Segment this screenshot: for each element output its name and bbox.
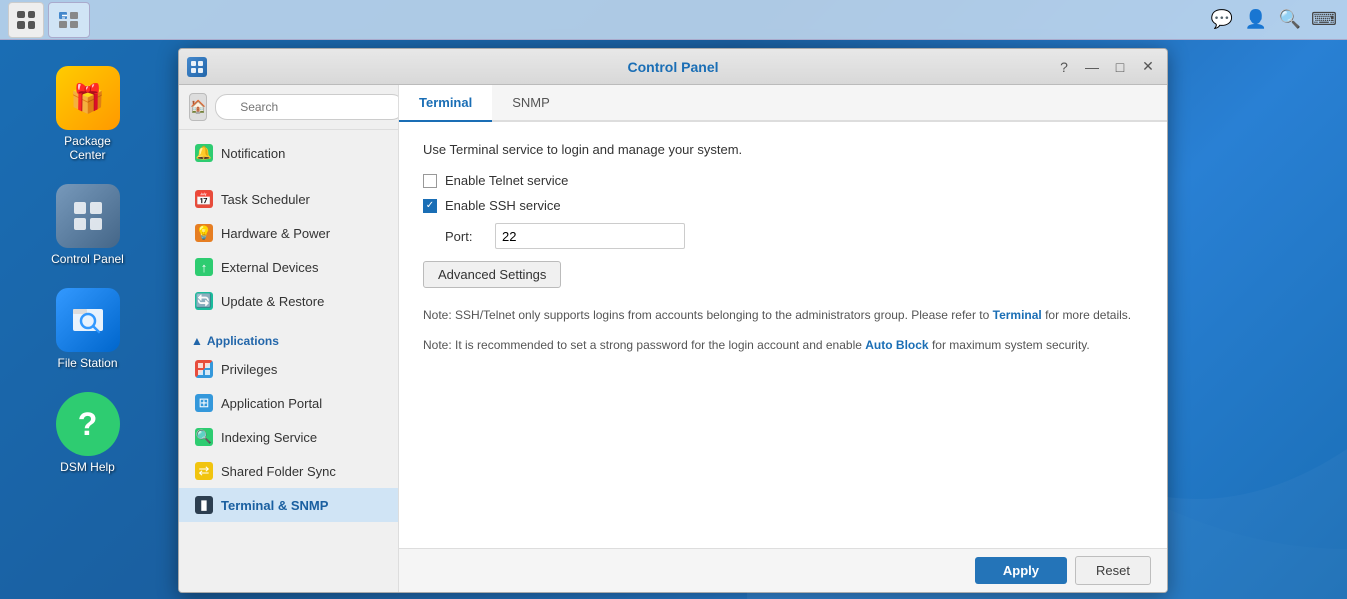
apply-button[interactable]: Apply: [975, 557, 1067, 584]
tab-terminal[interactable]: Terminal: [399, 85, 492, 122]
ssh-checkbox-label[interactable]: Enable SSH service: [423, 198, 561, 213]
description-text: Use Terminal service to login and manage…: [423, 142, 1143, 157]
port-label: Port:: [445, 229, 485, 244]
search-wrapper: 🔍: [215, 94, 399, 120]
telnet-row: Enable Telnet service: [423, 173, 1143, 188]
reset-button[interactable]: Reset: [1075, 556, 1151, 585]
sidebar-item-application-portal[interactable]: ⊞ Application Portal: [179, 386, 398, 420]
sidebar-item-update-restore-label: Update & Restore: [221, 294, 324, 309]
sidebar-item-shared-folder-sync-label: Shared Folder Sync: [221, 464, 336, 479]
dsm-help-desktop-icon[interactable]: ? DSM Help: [28, 386, 148, 480]
window-body: 🏠 🔍 🔔 Notification 📅 Task Scheduler: [179, 85, 1167, 592]
sidebar-item-notification-label: Notification: [221, 146, 285, 161]
app-grid-button[interactable]: [8, 2, 44, 38]
task-scheduler-icon: 📅: [195, 190, 213, 208]
ssh-row: Enable SSH service: [423, 198, 1143, 213]
user-icon[interactable]: 👤: [1245, 9, 1267, 31]
terminal-snmp-icon: ▮: [195, 496, 213, 514]
notification-icon: 🔔: [195, 144, 213, 162]
taskbar: 💬 👤 🔍 ⌨: [0, 0, 1347, 40]
sidebar-item-external-devices-label: External Devices: [221, 260, 319, 275]
note1-prefix: Note: SSH/Telnet only supports logins fr…: [423, 308, 993, 322]
search-input[interactable]: [215, 94, 399, 120]
chat-icon[interactable]: 💬: [1211, 9, 1233, 31]
main-content: Use Terminal service to login and manage…: [399, 122, 1167, 548]
sidebar-section-applications: ▲ Applications Privileges: [179, 324, 398, 528]
sidebar-item-hardware-power-label: Hardware & Power: [221, 226, 330, 241]
note-2: Note: It is recommended to set a strong …: [423, 336, 1143, 354]
privileges-icon: [195, 360, 213, 378]
keyboard-icon[interactable]: ⌨: [1313, 9, 1335, 31]
note2-prefix: Note: It is recommended to set a strong …: [423, 338, 865, 352]
taskbar-right: 💬 👤 🔍 ⌨: [1211, 9, 1347, 31]
sidebar-item-external-devices[interactable]: ↑ External Devices: [179, 250, 398, 284]
hardware-power-icon: 💡: [195, 224, 213, 242]
shared-folder-sync-icon: ⇄: [195, 462, 213, 480]
sidebar-item-update-restore[interactable]: 🔄 Update & Restore: [179, 284, 398, 318]
maximize-button[interactable]: □: [1109, 56, 1131, 78]
minimize-button[interactable]: —: [1081, 56, 1103, 78]
telnet-checkbox[interactable]: [423, 174, 437, 188]
sidebar-item-task-scheduler-label: Task Scheduler: [221, 192, 310, 207]
window-titlebar: Control Panel ? — □ ✕: [179, 49, 1167, 85]
sidebar-item-terminal-snmp-label: Terminal & SNMP: [221, 498, 328, 513]
port-row: Port:: [423, 223, 1143, 249]
terminal-link[interactable]: Terminal: [993, 308, 1042, 322]
desktop: 🎁 PackageCenter Control Panel File Stati…: [0, 40, 175, 599]
collapse-icon: ▲: [191, 334, 203, 348]
ssh-checkbox[interactable]: [423, 199, 437, 213]
sidebar-item-privileges-label: Privileges: [221, 362, 277, 377]
sidebar-item-indexing-service[interactable]: 🔍 Indexing Service: [179, 420, 398, 454]
sidebar: 🏠 🔍 🔔 Notification 📅 Task Scheduler: [179, 85, 399, 592]
search-taskbar-icon[interactable]: 🔍: [1279, 9, 1301, 31]
telnet-checkbox-label[interactable]: Enable Telnet service: [423, 173, 568, 188]
sidebar-section-notification: 🔔 Notification: [179, 130, 398, 176]
window-controls: ? — □ ✕: [1053, 56, 1159, 78]
note-1: Note: SSH/Telnet only supports logins fr…: [423, 306, 1143, 324]
advanced-settings-button[interactable]: Advanced Settings: [423, 261, 561, 288]
applications-header: ▲ Applications: [179, 330, 398, 352]
window-footer: Apply Reset: [399, 548, 1167, 592]
external-devices-icon: ↑: [195, 258, 213, 276]
telnet-label: Enable Telnet service: [445, 173, 568, 188]
sidebar-item-indexing-service-label: Indexing Service: [221, 430, 317, 445]
note1-suffix: for more details.: [1042, 308, 1131, 322]
file-station-desktop-icon[interactable]: File Station: [28, 282, 148, 376]
window-title: Control Panel: [627, 59, 718, 75]
application-portal-icon: ⊞: [195, 394, 213, 412]
window-app-icon: [187, 57, 207, 77]
sidebar-item-notification[interactable]: 🔔 Notification: [179, 136, 398, 170]
sidebar-item-task-scheduler[interactable]: 📅 Task Scheduler: [179, 182, 398, 216]
package-center-icon[interactable]: 🎁 PackageCenter: [28, 60, 148, 168]
update-restore-icon: 🔄: [195, 292, 213, 310]
auto-block-link[interactable]: Auto Block: [865, 338, 928, 352]
sidebar-item-privileges[interactable]: Privileges: [179, 352, 398, 386]
sidebar-item-shared-folder-sync[interactable]: ⇄ Shared Folder Sync: [179, 454, 398, 488]
help-button[interactable]: ?: [1053, 56, 1075, 78]
control-panel-desktop-icon[interactable]: Control Panel: [28, 178, 148, 272]
tab-bar: Terminal SNMP: [399, 85, 1167, 122]
tab-snmp[interactable]: SNMP: [492, 85, 570, 122]
control-panel-window: Control Panel ? — □ ✕ 🏠 🔍 🔔 Not: [178, 48, 1168, 593]
ssh-label: Enable SSH service: [445, 198, 561, 213]
control-panel-taskbar-button[interactable]: [48, 2, 90, 38]
sidebar-item-hardware-power[interactable]: 💡 Hardware & Power: [179, 216, 398, 250]
port-input[interactable]: [495, 223, 685, 249]
sidebar-item-application-portal-label: Application Portal: [221, 396, 322, 411]
indexing-service-icon: 🔍: [195, 428, 213, 446]
sidebar-section-system: 📅 Task Scheduler 💡 Hardware & Power ↑ Ex…: [179, 176, 398, 324]
home-button[interactable]: 🏠: [189, 93, 207, 121]
sidebar-header: 🏠 🔍: [179, 85, 398, 130]
taskbar-left: [0, 2, 90, 38]
content-area: Terminal SNMP Use Terminal service to lo…: [399, 85, 1167, 592]
note2-suffix: for maximum system security.: [929, 338, 1090, 352]
sidebar-item-terminal-snmp[interactable]: ▮ Terminal & SNMP: [179, 488, 398, 522]
close-button[interactable]: ✕: [1137, 56, 1159, 78]
